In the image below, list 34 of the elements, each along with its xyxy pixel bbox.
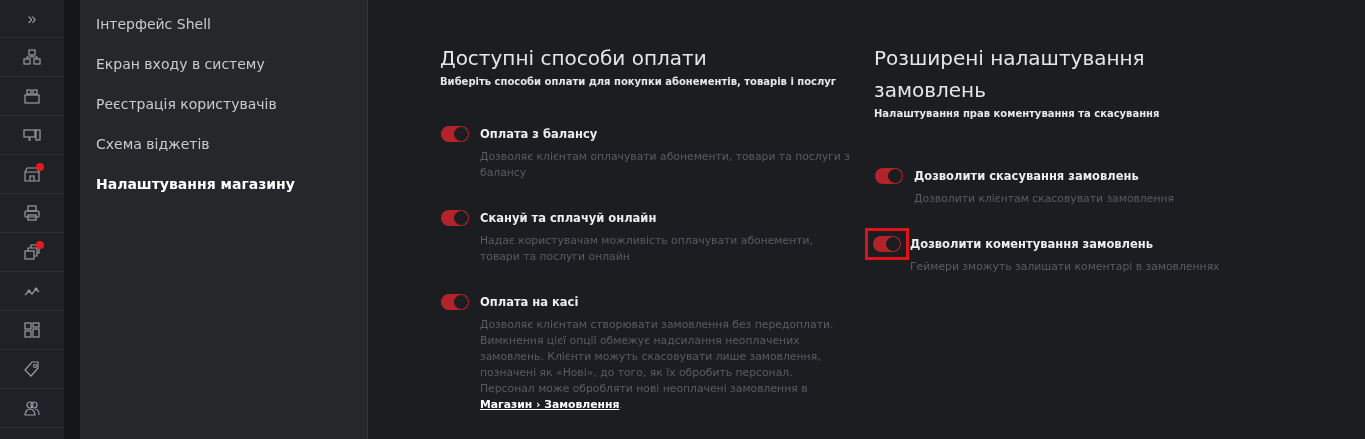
section-subtitle: Виберіть способи оплати для покупки абонементів, товарів і послуг xyxy=(440,76,838,87)
toggle-switch[interactable] xyxy=(873,236,901,252)
submenu-item[interactable]: Екран входу в систему xyxy=(80,54,367,92)
submenu-item[interactable]: Інтерфейс Shell xyxy=(80,14,367,52)
option-label: Скануй та сплачуй онлайн xyxy=(480,211,658,225)
option-description: Геймери зможуть залишати коментарі в замовленнях xyxy=(910,259,1220,275)
network-icon xyxy=(23,48,41,66)
section-title: Розширені налаштування замовлень xyxy=(874,45,1146,104)
option-description: Дозволяє клієнтам оплачувати абонементи, товари та послуги з балансу xyxy=(480,149,850,181)
tag-icon xyxy=(23,360,41,378)
toggle-switch[interactable] xyxy=(441,210,469,226)
submenu-item[interactable]: Реєстрація користувачів xyxy=(80,94,367,132)
section-subtitle: Налаштування прав коментування та скасування xyxy=(874,108,1161,119)
toggle-switch[interactable] xyxy=(441,294,469,310)
users-icon xyxy=(23,399,41,417)
option-description: Надає користувачам можливість оплачувати абонементи, товари та послуги онлайн xyxy=(480,233,814,265)
windows-icon xyxy=(23,243,41,261)
grid-icon xyxy=(23,321,41,339)
submenu-item[interactable]: Схема віджетів xyxy=(80,134,367,172)
option-label: Оплата з балансу xyxy=(480,127,599,141)
toggle-switch[interactable] xyxy=(875,168,903,184)
printer-icon xyxy=(23,204,41,222)
store-icon xyxy=(23,165,41,183)
expand-button[interactable]: » xyxy=(0,0,64,38)
section-title: Доступні способи оплати xyxy=(440,45,708,72)
workstation-icon xyxy=(23,87,41,105)
toggle-switch[interactable] xyxy=(441,126,469,142)
option-label: Дозволити скасування замовлень xyxy=(914,169,1140,183)
option-label: Оплата на касі xyxy=(480,295,580,309)
computer-icon xyxy=(23,126,41,144)
submenu-item[interactable]: Налаштування магазину xyxy=(80,174,367,212)
option-description: Дозволити клієнтам скасовувати замовлення xyxy=(914,191,1174,207)
option-description: Дозволяє клієнтам створювати замовлення без передоплати. Вимкнення цієї опції обмежує надсилання неоплачених замовлень. Клієнти можуть скасовувати лише замовлення, позначені як «Нові», до того, як їх обробить персонал. Персонал може обробляти нові неоплачені замовлення в Магазин › Замовлення. xyxy=(480,317,835,413)
option-label: Дозволити коментування замовлень xyxy=(910,237,1154,251)
